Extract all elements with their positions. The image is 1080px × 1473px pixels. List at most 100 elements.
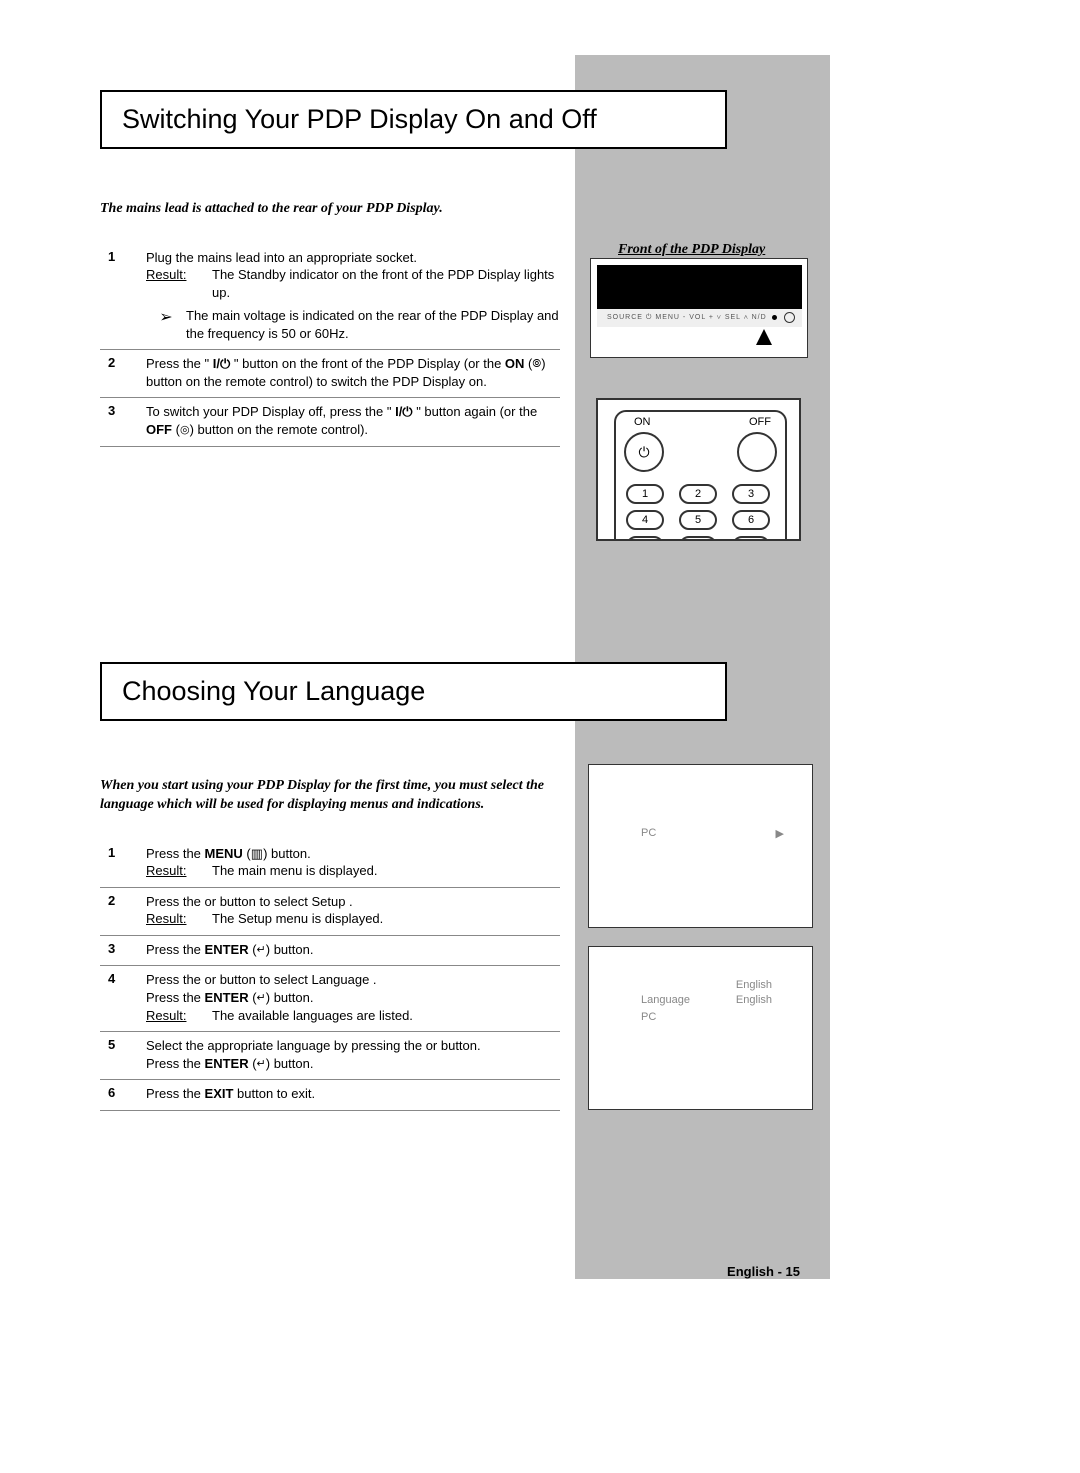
remote-outline: ⏻ ON OFF 1 2 3 4 5 6 7 8 9: [614, 410, 787, 541]
panel-standby-led: [784, 312, 795, 323]
step-row: 6 Press the EXIT button to exit.: [100, 1080, 560, 1111]
note-arrow-icon: ➢: [146, 307, 186, 342]
section2-intro: When you start using your PDP Display fo…: [100, 776, 550, 815]
remote-off-icon: ◎: [180, 423, 190, 438]
note-text: The main voltage is indicated on the rea…: [186, 307, 560, 342]
step-row: 3 Press the ENTER (↵) button.: [100, 936, 560, 967]
page-content: Switching Your PDP Display On and Off Th…: [0, 0, 1080, 1111]
result-text: The available languages are listed.: [212, 1007, 560, 1025]
step-text: To switch your PDP Display off, press th…: [146, 404, 395, 419]
osd-value: English: [736, 979, 772, 991]
on-label: ON: [505, 356, 525, 371]
remote-num-button: 1: [626, 484, 664, 504]
step-line: Press the or button to select Language .: [146, 971, 560, 989]
footer-lang: English -: [727, 1264, 786, 1279]
result-text: The Setup menu is displayed.: [212, 910, 560, 928]
note-line: ➢ The main voltage is indicated on the r…: [146, 307, 560, 342]
step-row: 5 Select the appropriate language by pre…: [100, 1032, 560, 1080]
section2-title-box: Choosing Your Language: [100, 662, 727, 721]
remote-num-button: 8: [679, 536, 717, 541]
step-body: Press the or button to select Language .…: [146, 971, 560, 1024]
result-label: Result:: [146, 1008, 186, 1023]
enter-label: ENTER: [205, 942, 249, 957]
result-line: Result: The Standby indicator on the fro…: [146, 266, 560, 301]
step-line: Press the or button to select Setup .: [146, 893, 560, 911]
step-number: 6: [100, 1085, 146, 1103]
step-body: Press the ENTER (↵) button.: [146, 941, 560, 959]
result-line: Result: The available languages are list…: [146, 1007, 560, 1025]
front-panel-diagram: SOURCE ⏻ MENU - VOL + ∨ SEL ∧ N/D: [590, 258, 808, 358]
step-text: button to exit.: [233, 1086, 315, 1101]
step-number: 4: [100, 971, 146, 1024]
step-number: 2: [100, 355, 146, 390]
remote-off-button: [737, 432, 777, 472]
step-text: Press the: [146, 1086, 205, 1101]
step-number: 3: [100, 403, 146, 438]
step-text: (: [249, 1056, 257, 1071]
step-number: 3: [100, 941, 146, 959]
step-row: 2 Press the or button to select Setup . …: [100, 888, 560, 936]
arrow-right-icon: ▶: [776, 827, 784, 840]
osd-label-language: Language: [641, 994, 690, 1006]
step-body: Plug the mains lead into an appropriate …: [146, 249, 560, 343]
osd-item-pc: PC: [641, 1011, 656, 1023]
off-label: OFF: [146, 422, 172, 437]
section2-steps: 1 Press the MENU (▥) button. Result: The…: [100, 840, 560, 1111]
step-body: Select the appropriate language by press…: [146, 1037, 560, 1072]
step-body: Press the or button to select Setup . Re…: [146, 893, 560, 928]
step-row: 2 Press the " I/⏻ " button on the front …: [100, 350, 560, 398]
step-text: Press the: [146, 1056, 205, 1071]
step-text: (: [243, 846, 251, 861]
result-label: Result:: [146, 911, 186, 926]
step-row: 3 To switch your PDP Display off, press …: [100, 398, 560, 446]
panel-arrow-icon: [756, 329, 772, 345]
panel-screen-strip: [597, 265, 802, 309]
step-text: " button on the front of the PDP Display…: [230, 356, 505, 371]
remote-num-button: 6: [732, 510, 770, 530]
remote-num-button: 3: [732, 484, 770, 504]
step-body: Press the MENU (▥) button. Result: The m…: [146, 845, 560, 880]
section1-title: Switching Your PDP Display On and Off: [122, 104, 597, 134]
enter-icon: ↵: [257, 991, 266, 1006]
remote-on-label: ON: [634, 416, 651, 428]
step-body: Press the EXIT button to exit.: [146, 1085, 560, 1103]
footer-page-number: 15: [786, 1264, 800, 1279]
enter-icon: ↵: [257, 1057, 266, 1072]
osd-screenshot-2: English Language English PC: [588, 946, 813, 1110]
step-text: (: [249, 990, 257, 1005]
step-line: Select the appropriate language by press…: [146, 1037, 560, 1055]
panel-ir-dot: [772, 315, 777, 320]
remote-off-label: OFF: [749, 416, 771, 428]
step-number: 1: [100, 249, 146, 343]
osd-screenshot-1: PC ▶: [588, 764, 813, 928]
result-line: Result: The main menu is displayed.: [146, 862, 560, 880]
step-number: 2: [100, 893, 146, 928]
step-text: Press the: [146, 990, 205, 1005]
result-label: Result:: [146, 267, 186, 282]
osd-value-english: English: [736, 994, 772, 1006]
step-body: Press the " I/⏻ " button on the front of…: [146, 355, 560, 390]
step-text: Press the: [146, 846, 205, 861]
section1-steps: 1 Plug the mains lead into an appropriat…: [100, 244, 560, 447]
step-text: Press the ": [146, 356, 213, 371]
section1-title-box: Switching Your PDP Display On and Off: [100, 90, 727, 149]
step-text: ) button.: [263, 846, 311, 861]
result-line: Result: The Setup menu is displayed.: [146, 910, 560, 928]
remote-on-icon: ⦾: [532, 357, 541, 372]
remote-num-button: 2: [679, 484, 717, 504]
front-diagram-caption: Front of the PDP Display: [618, 242, 765, 258]
step-text: Press the: [146, 942, 205, 957]
remote-diagram: ⏻ ON OFF 1 2 3 4 5 6 7 8 9: [596, 398, 801, 541]
step-text: ) button on the remote control).: [190, 422, 368, 437]
step-text: (: [249, 942, 257, 957]
step-row: 1 Press the MENU (▥) button. Result: The…: [100, 840, 560, 888]
step-row: 1 Plug the mains lead into an appropriat…: [100, 244, 560, 351]
step-body: To switch your PDP Display off, press th…: [146, 403, 560, 438]
remote-num-button: 7: [626, 536, 664, 541]
step-text: (: [524, 356, 532, 371]
result-text: The Standby indicator on the front of th…: [212, 266, 560, 301]
section2-title: Choosing Your Language: [122, 676, 425, 706]
step-number: 1: [100, 845, 146, 880]
enter-icon: ↵: [257, 943, 266, 958]
page-footer: English - 15: [727, 1264, 800, 1279]
